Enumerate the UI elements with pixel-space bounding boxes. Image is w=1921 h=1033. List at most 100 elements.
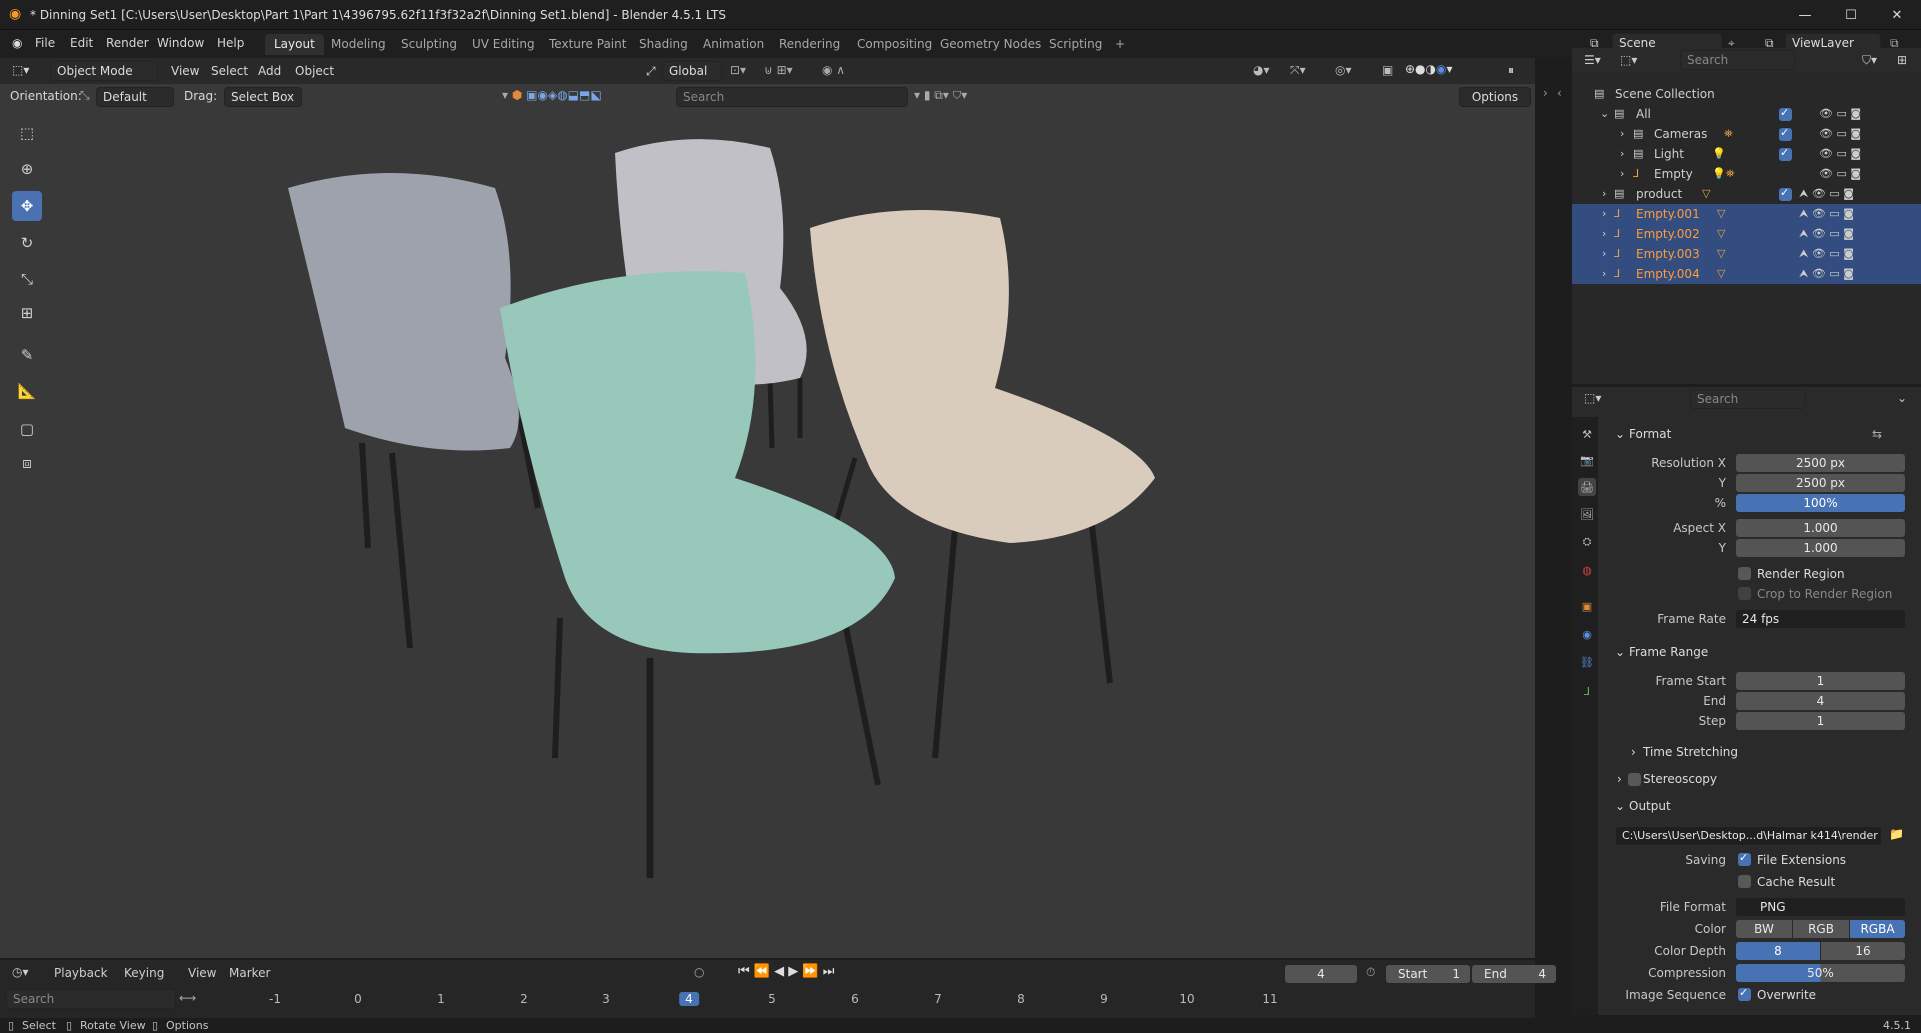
res-pct-field[interactable]: 100% xyxy=(1736,494,1905,512)
tab-animation[interactable]: Animation xyxy=(694,34,773,55)
folder-icon[interactable]: 📁 xyxy=(1889,827,1904,841)
output-title[interactable]: Output xyxy=(1629,799,1671,813)
overwrite-checkbox[interactable] xyxy=(1738,986,1751,1001)
exclude-checkbox[interactable] xyxy=(1779,146,1792,161)
world-tab-icon[interactable]: ◍ xyxy=(1578,561,1596,579)
end-frame-field[interactable]: End 4 xyxy=(1472,965,1556,983)
menu-marker[interactable]: Marker xyxy=(229,966,270,980)
cache-result-checkbox[interactable] xyxy=(1738,875,1751,888)
frame-end-field[interactable]: 4 xyxy=(1736,692,1905,710)
outliner-row[interactable]: › ▤ Cameras ⛯ 👁 ▭ ◙ xyxy=(1572,124,1921,144)
res-x-field[interactable]: 2500 px xyxy=(1736,454,1905,472)
auto-key-icon[interactable]: ○ xyxy=(694,965,704,979)
menu-file[interactable]: File xyxy=(35,36,55,50)
menu-help[interactable]: Help xyxy=(217,36,244,50)
menu-render[interactable]: Render xyxy=(106,36,149,50)
properties-options-icon[interactable]: ⌄ xyxy=(1897,391,1907,405)
row-state-icons[interactable]: ⮝ 👁 ▭ ◙ xyxy=(1799,247,1854,261)
expand-arrow-icon[interactable]: › xyxy=(1620,147,1624,160)
toggle-outliner-arrow-icon[interactable]: ‹ xyxy=(1557,86,1562,100)
start-frame-field[interactable]: Start 1 xyxy=(1386,965,1470,983)
outliner-row[interactable]: › ⅃ Empty.002 ▽ ⮝ 👁 ▭ ◙ xyxy=(1572,224,1921,244)
render-region-checkbox[interactable] xyxy=(1738,567,1751,580)
timeline-editor-icon[interactable]: ◷▾ xyxy=(12,965,29,979)
properties-editor-icon[interactable]: ⬚▾ xyxy=(1584,391,1601,405)
time-stretching-title[interactable]: Time Stretching xyxy=(1643,745,1738,759)
tab-texture-paint[interactable]: Texture Paint xyxy=(540,34,635,55)
row-state-icons[interactable]: ⮝ 👁 ▭ ◙ xyxy=(1799,187,1854,201)
exclude-checkbox[interactable] xyxy=(1779,186,1792,201)
display-mode-icon[interactable]: ⬚▾ xyxy=(1620,53,1637,67)
compression-slider[interactable]: 50% xyxy=(1736,964,1905,982)
tab-sculpting[interactable]: Sculpting xyxy=(392,34,466,55)
3d-viewport[interactable]: ⬚▾ Object Mode View Select Add Object ⤢ … xyxy=(0,58,1535,958)
menu-edit[interactable]: Edit xyxy=(70,36,93,50)
playback-controls-icons[interactable]: ⏮ ⏪ ◀ ▶ ⏩ ⏭ xyxy=(738,964,834,979)
outliner-search-input[interactable]: Search xyxy=(1680,50,1795,70)
outliner-row[interactable]: › ⅃ Empty.004 ▽ ⮝ 👁 ▭ ◙ xyxy=(1572,264,1921,284)
expand-arrow-icon[interactable]: › xyxy=(1602,247,1606,260)
row-state-icons[interactable]: 👁 ▭ ◙ xyxy=(1819,127,1861,140)
menu-window[interactable]: Window xyxy=(157,36,204,50)
outliner-row[interactable]: › ▤ Light 💡 👁 ▭ ◙ xyxy=(1572,144,1921,164)
expand-arrow-icon[interactable]: › xyxy=(1602,227,1606,240)
output-path-field[interactable]: C:\Users\User\Desktop...d\Halmar k414\re… xyxy=(1616,827,1881,845)
format-collapse-icon[interactable]: ⌄ xyxy=(1615,427,1625,441)
minimize-button[interactable]: — xyxy=(1782,0,1828,30)
menu-keying[interactable]: Keying xyxy=(124,966,164,980)
res-y-field[interactable]: 2500 px xyxy=(1736,474,1905,492)
frame-rate-select[interactable]: 24 fps xyxy=(1736,610,1905,628)
collapse-arrow-icon[interactable]: ⌄ xyxy=(1600,107,1609,120)
exclude-checkbox[interactable] xyxy=(1779,106,1792,121)
stereoscopy-title[interactable]: Stereoscopy xyxy=(1643,772,1717,786)
playhead-frame[interactable]: 4 xyxy=(679,992,699,1006)
menu-playback[interactable]: Playback xyxy=(54,966,108,980)
color-bw-button[interactable]: BW xyxy=(1736,920,1792,938)
properties-search-input[interactable]: Search xyxy=(1690,389,1805,409)
tab-rendering[interactable]: Rendering xyxy=(770,34,849,55)
timeline-editor[interactable]: ◷▾ Playback Keying View Marker ○ ⏮ ⏪ ◀ ▶… xyxy=(0,960,1556,1018)
color-rgb-button[interactable]: RGB xyxy=(1793,920,1849,938)
row-state-icons[interactable]: ⮝ 👁 ▭ ◙ xyxy=(1799,207,1854,221)
row-state-icons[interactable]: 👁 ▭ ◙ xyxy=(1819,147,1861,160)
tab-geometry-nodes[interactable]: Geometry Nodes xyxy=(931,34,1050,55)
expand-arrow-icon[interactable]: › xyxy=(1620,167,1624,180)
frame-range-title[interactable]: Frame Range xyxy=(1629,645,1708,659)
tab-uv-editing[interactable]: UV Editing xyxy=(463,34,544,55)
outliner-row[interactable]: ⌄ ▤ All 👁 ▭ ◙ xyxy=(1572,104,1921,124)
file-format-select[interactable]: PNG xyxy=(1736,898,1905,916)
frame-step-field[interactable]: 1 xyxy=(1736,712,1905,730)
frame-start-field[interactable]: 1 xyxy=(1736,672,1905,690)
depth-8-button[interactable]: 8 xyxy=(1736,942,1820,960)
depth-16-button[interactable]: 16 xyxy=(1821,942,1905,960)
expand-arrow-icon[interactable]: › xyxy=(1602,187,1606,200)
tab-layout[interactable]: Layout xyxy=(265,34,324,55)
stereoscopy-expand-icon[interactable]: › xyxy=(1617,772,1622,786)
row-state-icons[interactable]: ⮝ 👁 ▭ ◙ xyxy=(1799,267,1854,281)
row-state-icons[interactable]: 👁 ▭ ◙ xyxy=(1819,167,1861,180)
preview-range-icon[interactable]: ⏱ xyxy=(1366,965,1375,980)
row-state-icons[interactable]: 👁 ▭ ◙ xyxy=(1819,107,1861,120)
scene-collection-row[interactable]: ▤ Scene Collection xyxy=(1572,84,1921,104)
stereoscopy-checkbox[interactable] xyxy=(1628,773,1641,786)
crop-checkbox[interactable] xyxy=(1738,587,1751,600)
outliner-row[interactable]: › ⅃ Empty.003 ▽ ⮝ 👁 ▭ ◙ xyxy=(1572,244,1921,264)
tab-shading[interactable]: Shading xyxy=(630,34,697,55)
maximize-button[interactable]: ☐ xyxy=(1828,0,1874,30)
filter-icon[interactable]: ⛉▾ xyxy=(1862,53,1877,68)
add-workspace-button[interactable]: + xyxy=(1106,34,1134,55)
color-rgba-button[interactable]: RGBA xyxy=(1850,920,1905,938)
expand-arrow-icon[interactable]: › xyxy=(1602,207,1606,220)
file-extensions-checkbox[interactable] xyxy=(1738,851,1751,866)
close-button[interactable]: ✕ xyxy=(1874,0,1920,30)
blender-menu-icon[interactable]: ◉ xyxy=(12,36,22,50)
channels-toggle-icon[interactable]: ⟷ xyxy=(179,991,196,1005)
expand-arrow-icon[interactable]: › xyxy=(1620,127,1624,140)
tool-tab-icon[interactable]: ⚒ xyxy=(1578,425,1596,443)
row-state-icons[interactable]: ⮝ 👁 ▭ ◙ xyxy=(1799,227,1854,241)
tab-compositing[interactable]: Compositing xyxy=(848,34,941,55)
time-stretching-expand-icon[interactable]: › xyxy=(1631,745,1636,759)
new-collection-icon[interactable]: ⊞ xyxy=(1897,53,1907,67)
outliner-editor-icon[interactable]: ☰▾ xyxy=(1584,53,1601,67)
toggle-sidebar-arrow-icon[interactable]: › xyxy=(1543,86,1548,100)
